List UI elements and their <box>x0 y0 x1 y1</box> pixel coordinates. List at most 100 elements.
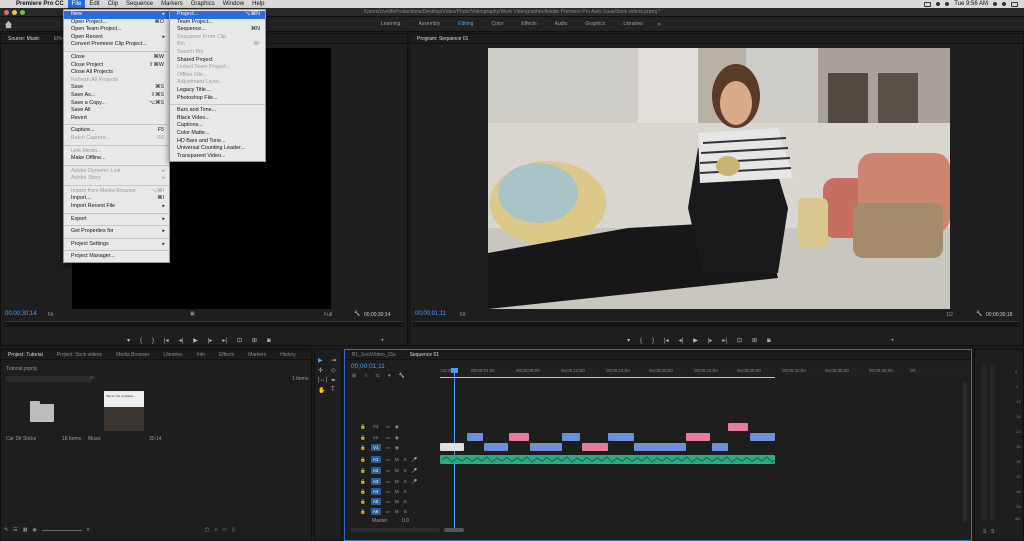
tab-sockvideo-sequence[interactable]: B1_SockVideo_15s <box>345 352 403 358</box>
sync-lock-icon[interactable]: ▭ <box>386 509 390 515</box>
wifi-icon[interactable] <box>936 2 941 6</box>
play-icon[interactable]: ▶ <box>193 337 198 344</box>
icon-view-icon[interactable]: ▦ <box>23 527 28 533</box>
file-menu-item-revert[interactable]: Revert <box>64 115 169 123</box>
file-menu-item-get-properties-for[interactable]: Get Properties for ▸ <box>64 228 169 236</box>
file-menu-item-capture[interactable]: Capture... F5 <box>64 127 169 135</box>
file-menu-item-save-a-copy[interactable]: Save a Copy... ⌥⌘S <box>64 100 169 108</box>
insert-icon[interactable]: ⊡ <box>237 337 242 344</box>
program-play-icon[interactable]: ▶ <box>693 337 698 344</box>
track-label-v3[interactable]: V3 <box>371 423 381 430</box>
bin-name[interactable]: Car Dit Sticks <box>6 436 36 442</box>
file-menu-item-make-offline[interactable]: Make Offline... <box>64 155 169 163</box>
file-menu-item-import[interactable]: Import... ⌘I <box>64 195 169 203</box>
tab-libraries[interactable]: Libraries <box>156 352 189 358</box>
file-menu-item-open-project[interactable]: Open Project... ⌘O <box>64 19 169 27</box>
timeline-clip[interactable] <box>634 443 686 451</box>
new-submenu-item-sequence[interactable]: Sequence... ⌘N <box>170 26 265 34</box>
siri-icon[interactable] <box>1002 2 1006 6</box>
timeline-clip[interactable] <box>750 433 775 441</box>
export-frame-icon[interactable]: ◙ <box>267 338 271 344</box>
program-video-frame[interactable] <box>488 48 950 309</box>
program-add-button-icon[interactable]: + <box>891 338 895 344</box>
new-submenu-item-black-video[interactable]: Black Video... <box>170 115 265 123</box>
music-clip-name[interactable]: Music <box>88 436 101 442</box>
lock-track-icon[interactable]: 🔒 <box>360 457 366 463</box>
workspace-learning[interactable]: Learning <box>372 17 409 32</box>
new-submenu-item-photoshop-file[interactable]: Photoshop File... <box>170 95 265 103</box>
source-fit-dropdown[interactable]: Fit <box>48 312 54 318</box>
mark-out-icon[interactable]: } <box>152 338 154 344</box>
timeline-timecode[interactable]: 00;00;01;11 <box>351 363 385 370</box>
new-submenu-item-captions[interactable]: Captions... <box>170 122 265 130</box>
source-full-dropdown[interactable]: Full <box>324 312 332 318</box>
freeform-view-icon[interactable]: ◉ <box>32 527 36 533</box>
menu-edit[interactable]: Edit <box>85 0 103 8</box>
new-submenu-item-shared-project[interactable]: Shared Project <box>170 57 265 65</box>
project-search-input[interactable] <box>6 376 92 382</box>
lock-track-icon[interactable]: 🔒 <box>360 499 366 505</box>
program-go-to-out-icon[interactable]: ▸| <box>722 337 727 344</box>
new-submenu-item-legacy-title[interactable]: Legacy Title... <box>170 87 265 95</box>
mark-in-icon[interactable]: { <box>140 338 142 344</box>
lock-track-icon[interactable]: 🔒 <box>360 435 366 441</box>
mic-icon[interactable]: 🎤 <box>412 457 418 463</box>
program-step-back-icon[interactable]: ◂| <box>679 337 684 344</box>
nest-icon[interactable]: ⊞ <box>352 373 356 379</box>
workspace-editing[interactable]: Editing <box>449 17 482 32</box>
file-menu-item-project-settings[interactable]: Project Settings ▸ <box>64 241 169 249</box>
lock-track-icon[interactable]: 🔒 <box>360 445 366 451</box>
source-wrench-icon[interactable]: 🔧 <box>354 311 360 317</box>
program-export-frame-icon[interactable]: ◙ <box>767 338 771 344</box>
track-label-v1[interactable]: V1 <box>370 444 381 451</box>
menu-window[interactable]: Window <box>219 0 248 8</box>
source-timecode[interactable]: 00;00;30;14 <box>5 311 37 317</box>
snap-icon[interactable]: ∩ <box>364 373 368 379</box>
solo-icon[interactable]: S <box>404 489 407 494</box>
program-mark-out-icon[interactable]: } <box>652 338 654 344</box>
track-height-scrollbar[interactable] <box>350 528 440 532</box>
type-tool-icon[interactable]: T <box>331 387 341 394</box>
notification-center-icon[interactable] <box>1011 1 1018 7</box>
add-marker-icon[interactable]: ▾ <box>127 337 130 344</box>
file-menu-item-close[interactable]: Close ⌘W <box>64 54 169 62</box>
workspace-color[interactable]: Color <box>482 17 512 32</box>
file-menu-item-close-all-projects[interactable]: Close All Projects <box>64 69 169 77</box>
mute-icon[interactable]: M <box>395 499 399 504</box>
toggle-visibility-icon[interactable]: ◉ <box>395 445 399 451</box>
program-scrubber[interactable] <box>413 321 1020 327</box>
step-forward-icon[interactable]: |▸ <box>208 337 213 344</box>
tab-program-sequence[interactable]: Program: Sequence 01 <box>410 36 475 42</box>
new-bin-icon[interactable]: ▭ <box>90 375 95 381</box>
menu-graphics[interactable]: Graphics <box>187 0 219 8</box>
track-label-a3[interactable]: A3 <box>370 478 381 485</box>
workspace-overflow-icon[interactable]: » <box>652 22 661 28</box>
menu-sequence[interactable]: Sequence <box>122 0 157 8</box>
tab-info[interactable]: Info <box>190 352 212 358</box>
music-thumbnail[interactable]: Tap for the complete... <box>104 391 144 431</box>
solo-icon[interactable]: S <box>404 468 407 473</box>
add-marker-timeline-icon[interactable]: ▾ <box>388 373 391 379</box>
track-label-a5[interactable]: A5 <box>370 498 381 505</box>
new-submenu-item-transparent-video[interactable]: Transparent Video... <box>170 153 265 161</box>
mic-icon[interactable]: 🎤 <box>412 468 418 474</box>
timeline-zoom-scrollbar[interactable] <box>444 528 464 532</box>
timeline-clip[interactable] <box>728 423 748 431</box>
lock-track-icon[interactable]: 🔒 <box>360 468 366 474</box>
zoom-slider[interactable] <box>41 530 82 531</box>
lock-track-icon[interactable]: 🔒 <box>360 509 366 515</box>
work-area-bar[interactable] <box>440 377 775 378</box>
program-resolution-dropdown[interactable]: 1/2 <box>946 312 953 318</box>
tab-project-sock-videos[interactable]: Project: Sock videos <box>50 352 109 358</box>
file-menu-item-open-team-project[interactable]: Open Team Project... <box>64 26 169 34</box>
timeline-clip[interactable] <box>712 443 728 451</box>
sync-lock-icon[interactable]: ▭ <box>386 457 390 463</box>
workspace-effects[interactable]: Effects <box>512 17 545 32</box>
mute-icon[interactable]: M <box>395 479 399 484</box>
program-step-forward-icon[interactable]: |▸ <box>708 337 713 344</box>
timeline-clip[interactable] <box>509 433 529 441</box>
file-menu-item-save-as[interactable]: Save As... ⇧⌘S <box>64 92 169 100</box>
sync-lock-icon[interactable]: ▭ <box>386 435 390 441</box>
extract-icon[interactable]: ⊞ <box>752 337 757 344</box>
menu-help[interactable]: Help <box>248 0 268 8</box>
